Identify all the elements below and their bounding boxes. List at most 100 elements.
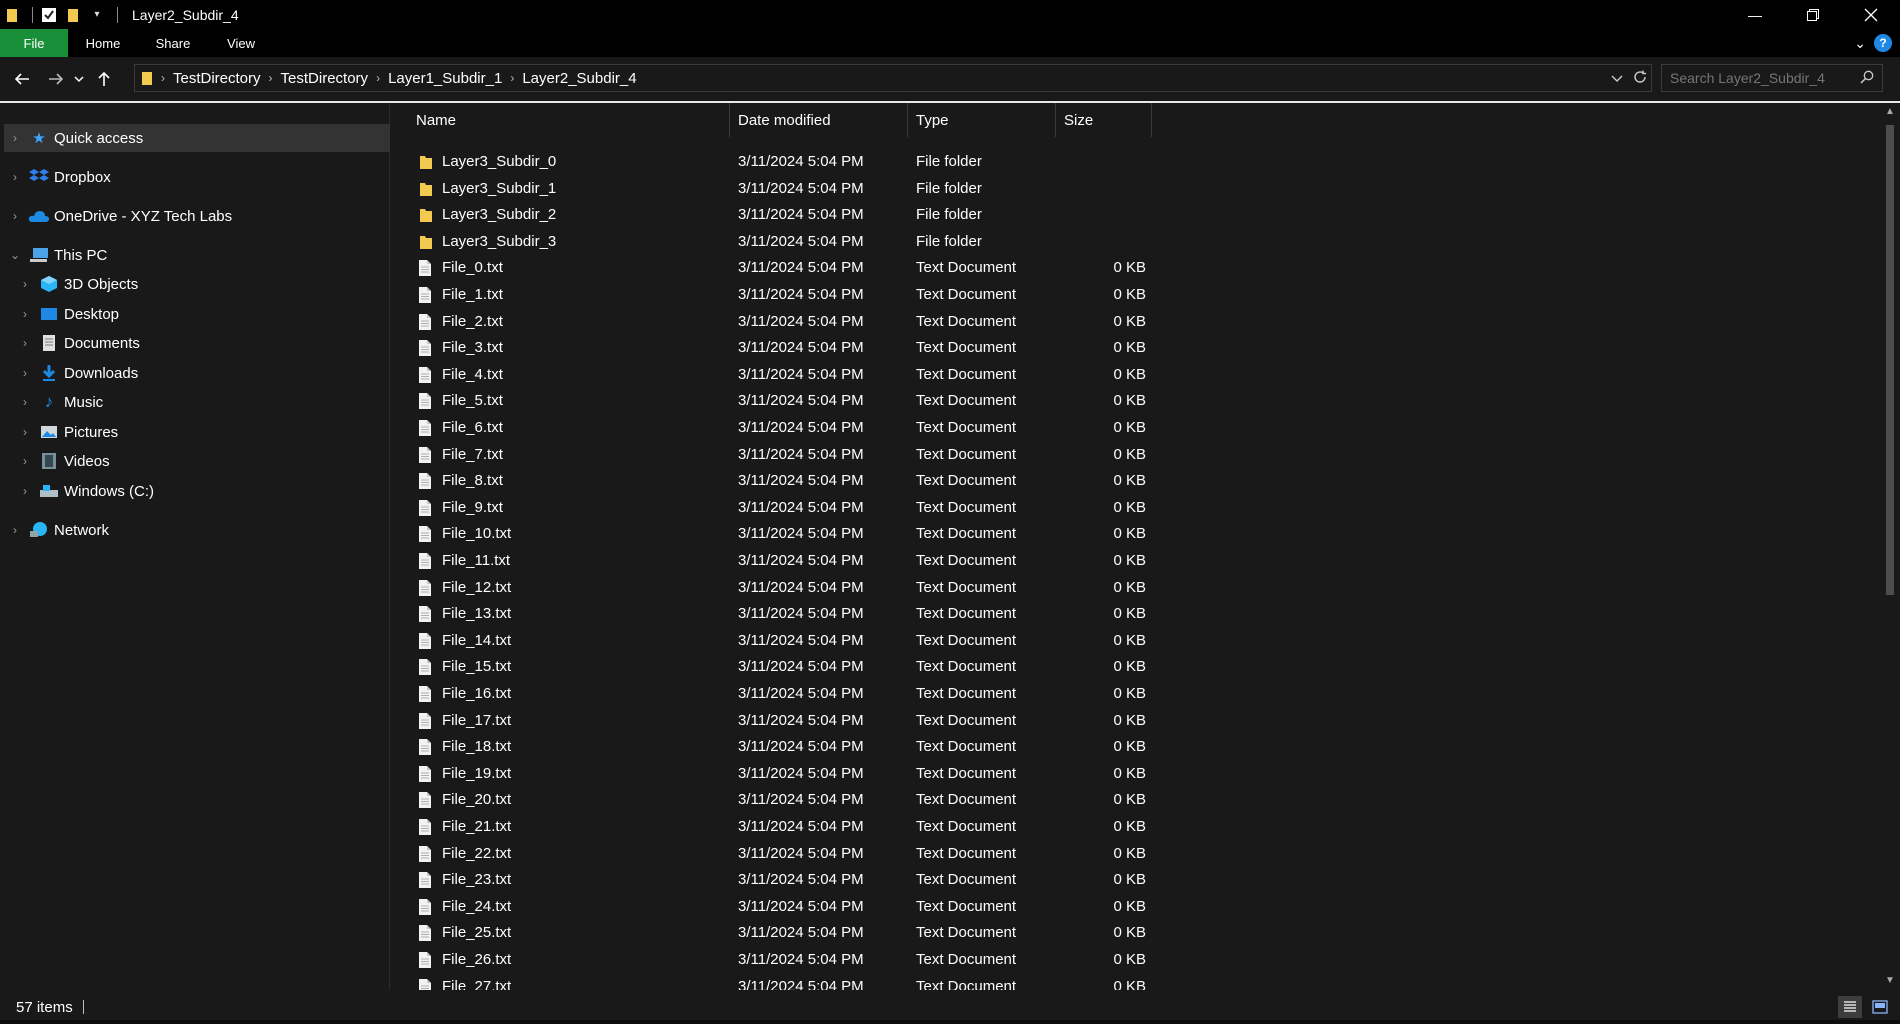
file-row[interactable]: File_3.txt 3/11/2024 5:04 PM Text Document… <box>392 335 1152 361</box>
file-row[interactable]: File_12.txt 3/11/2024 5:04 PM Text Documen… <box>392 575 1152 601</box>
file-row[interactable]: File_21.txt 3/11/2024 5:04 PM Text Documen… <box>392 814 1152 840</box>
back-button[interactable] <box>8 65 36 93</box>
chevron-right-icon[interactable]: › <box>8 523 22 537</box>
file-row[interactable]: File_16.txt 3/11/2024 5:04 PM Text Documen… <box>392 681 1152 707</box>
file-row[interactable]: File_18.txt 3/11/2024 5:04 PM Text Documen… <box>392 734 1152 760</box>
file-row[interactable]: File_27.txt 3/11/2024 5:04 PM Text Documen… <box>392 974 1152 990</box>
chevron-right-icon[interactable]: › <box>510 71 514 85</box>
help-icon[interactable]: ? <box>1874 34 1892 52</box>
scroll-down-arrow-icon[interactable]: ▼ <box>1880 972 1900 990</box>
file-row[interactable]: File_10.txt 3/11/2024 5:04 PM Text Documen… <box>392 521 1152 547</box>
scroll-up-arrow-icon[interactable]: ▲ <box>1880 103 1900 121</box>
sidebar-item-desktop[interactable]: › Desktop <box>14 300 119 328</box>
file-row[interactable]: File_8.txt 3/11/2024 5:04 PM Text Document… <box>392 468 1152 494</box>
refresh-icon[interactable] <box>1633 70 1647 87</box>
minimize-button[interactable]: — <box>1726 0 1784 29</box>
sidebar-item-onedrive[interactable]: › OneDrive - XYZ Tech Labs <box>4 202 232 230</box>
restore-button[interactable] <box>1784 0 1842 29</box>
search-icon[interactable] <box>1860 70 1874 87</box>
sidebar-item-downloads[interactable]: › Downloads <box>14 359 138 387</box>
sidebar-item-this-pc[interactable]: ⌄ This PC <box>4 241 107 269</box>
expand-ribbon-icon[interactable]: ⌄ <box>1854 35 1866 52</box>
up-button[interactable] <box>90 65 118 93</box>
tab-view[interactable]: View <box>208 29 274 57</box>
sidebar-item-network[interactable]: › Network <box>4 516 109 544</box>
sidebar-item-windows-c[interactable]: › Windows (C:) <box>14 477 154 505</box>
search-box[interactable] <box>1661 64 1883 92</box>
file-row[interactable]: File_22.txt 3/11/2024 5:04 PM Text Documen… <box>392 841 1152 867</box>
breadcrumb-item[interactable]: TestDirectory <box>281 70 369 87</box>
file-row[interactable]: File_4.txt 3/11/2024 5:04 PM Text Document… <box>392 362 1152 388</box>
file-row[interactable]: File_19.txt 3/11/2024 5:04 PM Text Documen… <box>392 761 1152 787</box>
file-row[interactable]: File_17.txt 3/11/2024 5:04 PM Text Documen… <box>392 708 1152 734</box>
close-button[interactable] <box>1842 0 1900 29</box>
chevron-right-icon[interactable]: › <box>18 484 32 498</box>
breadcrumb-item[interactable]: Layer1_Subdir_1 <box>388 70 502 87</box>
file-row[interactable]: File_24.txt 3/11/2024 5:04 PM Text Documen… <box>392 894 1152 920</box>
breadcrumb-item[interactable]: TestDirectory <box>173 70 261 87</box>
details-view-button[interactable] <box>1838 996 1862 1018</box>
file-row[interactable]: Layer3_Subdir_3 3/11/2024 5:04 PM File fol… <box>392 229 1152 255</box>
sidebar-item-documents[interactable]: › Documents <box>14 329 140 357</box>
file-row[interactable]: File_6.txt 3/11/2024 5:04 PM Text Document… <box>392 415 1152 441</box>
vertical-scrollbar[interactable]: ▲ ▼ <box>1880 103 1900 990</box>
file-row[interactable]: Layer3_Subdir_2 3/11/2024 5:04 PM File fol… <box>392 202 1152 228</box>
breadcrumb-item[interactable]: Layer2_Subdir_4 <box>522 70 636 87</box>
column-header-date[interactable]: Date modified <box>730 103 908 137</box>
text-file-icon <box>418 472 434 490</box>
sidebar-item-3d-objects[interactable]: › 3D Objects <box>14 270 138 298</box>
chevron-right-icon[interactable]: › <box>8 170 22 184</box>
file-row[interactable]: File_13.txt 3/11/2024 5:04 PM Text Documen… <box>392 601 1152 627</box>
address-dropdown-icon[interactable] <box>1611 70 1623 86</box>
chevron-right-icon[interactable]: › <box>376 71 380 85</box>
recent-locations-button[interactable] <box>70 65 88 93</box>
chevron-right-icon[interactable]: › <box>8 209 22 223</box>
file-row[interactable]: File_5.txt 3/11/2024 5:04 PM Text Document… <box>392 388 1152 414</box>
chevron-right-icon[interactable]: › <box>18 336 32 350</box>
file-row[interactable]: File_0.txt 3/11/2024 5:04 PM Text Document… <box>392 255 1152 281</box>
sidebar-item-pictures[interactable]: › Pictures <box>14 418 118 446</box>
chevron-right-icon[interactable]: › <box>18 454 32 468</box>
address-bar[interactable]: › TestDirectory › TestDirectory › Layer1… <box>134 64 1652 92</box>
tab-home[interactable]: Home <box>68 29 138 57</box>
file-row[interactable]: File_9.txt 3/11/2024 5:04 PM Text Document… <box>392 495 1152 521</box>
file-row[interactable]: File_26.txt 3/11/2024 5:04 PM Text Documen… <box>392 947 1152 973</box>
file-row[interactable]: File_2.txt 3/11/2024 5:04 PM Text Document… <box>392 309 1152 335</box>
chevron-right-icon[interactable]: › <box>18 277 32 291</box>
forward-button[interactable] <box>42 65 70 93</box>
customize-toolbar-icon[interactable]: ▾ <box>87 5 107 25</box>
file-row[interactable]: Layer3_Subdir_1 3/11/2024 5:04 PM File fol… <box>392 176 1152 202</box>
file-row[interactable]: File_25.txt 3/11/2024 5:04 PM Text Documen… <box>392 920 1152 946</box>
text-file-icon <box>418 791 434 809</box>
chevron-right-icon[interactable]: › <box>18 307 32 321</box>
file-row[interactable]: Layer3_Subdir_0 3/11/2024 5:04 PM File fol… <box>392 149 1152 175</box>
column-header-size[interactable]: Size <box>1056 103 1152 137</box>
chevron-right-icon[interactable]: › <box>161 71 165 85</box>
sidebar-item-quick-access[interactable]: › ★ Quick access <box>4 124 390 152</box>
file-row[interactable]: File_11.txt 3/11/2024 5:04 PM Text Documen… <box>392 548 1152 574</box>
new-folder-icon[interactable] <box>63 5 83 25</box>
search-input[interactable] <box>1670 70 1850 86</box>
properties-icon[interactable] <box>39 5 59 25</box>
sidebar-item-dropbox[interactable]: › Dropbox <box>4 163 111 191</box>
scrollbar-thumb[interactable] <box>1886 125 1894 595</box>
chevron-right-icon[interactable]: › <box>18 366 32 380</box>
file-row[interactable]: File_15.txt 3/11/2024 5:04 PM Text Documen… <box>392 654 1152 680</box>
chevron-down-icon[interactable]: ⌄ <box>8 248 22 262</box>
file-row[interactable]: File_7.txt 3/11/2024 5:04 PM Text Document… <box>392 442 1152 468</box>
file-row[interactable]: File_14.txt 3/11/2024 5:04 PM Text Documen… <box>392 628 1152 654</box>
file-row[interactable]: File_23.txt 3/11/2024 5:04 PM Text Documen… <box>392 867 1152 893</box>
file-row[interactable]: File_1.txt 3/11/2024 5:04 PM Text Document… <box>392 282 1152 308</box>
large-icons-view-button[interactable] <box>1868 996 1892 1018</box>
column-header-name[interactable]: ˆ Name <box>392 103 730 137</box>
file-row[interactable]: File_20.txt 3/11/2024 5:04 PM Text Documen… <box>392 787 1152 813</box>
chevron-right-icon[interactable]: › <box>269 71 273 85</box>
column-header-type[interactable]: Type <box>908 103 1056 137</box>
sidebar-item-videos[interactable]: › Videos <box>14 447 110 475</box>
tab-share[interactable]: Share <box>138 29 208 57</box>
tab-file[interactable]: File <box>0 29 68 57</box>
sidebar-item-music[interactable]: › ♪ Music <box>14 388 103 416</box>
chevron-right-icon[interactable]: › <box>18 395 32 409</box>
chevron-right-icon[interactable]: › <box>18 425 32 439</box>
chevron-right-icon[interactable]: › <box>8 131 22 145</box>
